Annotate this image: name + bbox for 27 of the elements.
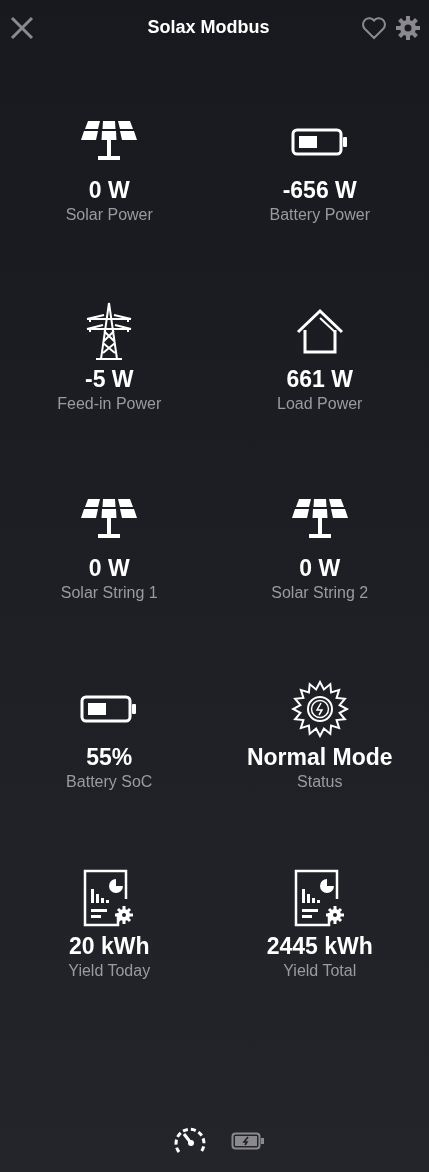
tile-label: Load Power — [277, 393, 363, 414]
tile-value: 2445 kWh — [266, 933, 373, 961]
tile-label: Feed-in Power — [57, 393, 162, 414]
tile-value: -5 W — [84, 366, 134, 394]
battery-icon — [290, 128, 349, 156]
tile-value: Normal Mode — [246, 744, 393, 772]
tile-value: 55% — [86, 744, 133, 772]
tile-value: 0 W — [299, 555, 341, 583]
tile-label: Battery SoC — [66, 771, 153, 792]
tile-value: 661 W — [286, 366, 353, 394]
battery-icon — [80, 695, 139, 723]
tile-label: Battery Power — [269, 204, 370, 225]
tile-value: 20 kWh — [69, 933, 150, 961]
tile-value: 0 W — [88, 555, 130, 583]
tile-label: Solar String 1 — [60, 582, 158, 603]
app-title: Solax Modbus — [146, 16, 271, 39]
tile-value: -656 W — [282, 177, 357, 205]
tile-label: Yield Total — [283, 960, 357, 981]
battery-tab[interactable] — [228, 1130, 267, 1152]
tile-label: Solar Power — [65, 204, 153, 225]
report-icon — [292, 869, 347, 927]
sun-bolt-icon — [290, 680, 349, 738]
house-icon — [294, 308, 345, 354]
tile-label: Yield Today — [68, 960, 151, 981]
tile-label: Status — [297, 771, 343, 792]
tile-value: 0 W — [88, 177, 130, 205]
tile-label: Solar String 2 — [271, 582, 369, 603]
